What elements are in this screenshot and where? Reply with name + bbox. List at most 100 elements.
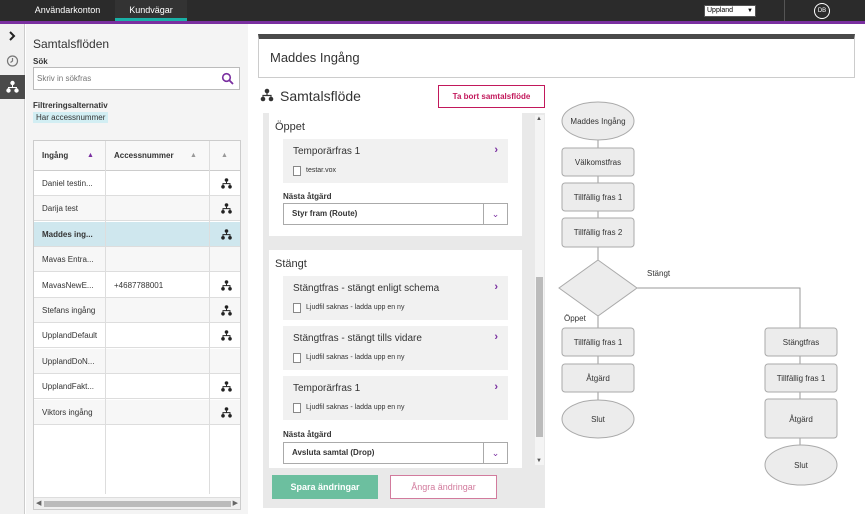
access-number (114, 171, 206, 196)
scroll-right-icon[interactable]: ▶ (233, 499, 238, 507)
phrase-title: Temporärfras 1 (293, 383, 361, 394)
closed-end-node-label: Slut (794, 461, 809, 470)
column-header-access-number[interactable]: Accessnummer ▲ (106, 141, 210, 171)
column-header-entry[interactable]: Ingång ▲ (34, 141, 106, 171)
chevron-right-icon[interactable]: › (494, 331, 498, 343)
next-action-select[interactable]: Avsluta samtal (Drop) ⌄ (283, 442, 508, 464)
chevron-down-icon[interactable]: ⌄ (483, 443, 507, 463)
page-title: Maddes Ingång (270, 50, 360, 65)
access-number (114, 400, 206, 425)
entry-table: Ingång ▲ Accessnummer ▲ ▲ Daniel testin...… (33, 140, 241, 510)
phrase-item[interactable]: Stängtfras - stängt tills vidare › Ljudf… (283, 326, 508, 370)
open-end-node-label: Slut (591, 415, 606, 424)
sidebar-title: Samtalsflöden (33, 37, 110, 51)
branch-closed-label: Stängt (647, 269, 671, 278)
access-number (114, 323, 206, 348)
entry-name: MavasNewE... (42, 280, 94, 290)
search-icon[interactable] (221, 72, 235, 86)
sort-up-icon[interactable]: ▲ (87, 141, 94, 171)
avatar[interactable]: DB (814, 3, 830, 19)
file-icon (293, 403, 301, 413)
sort-up-icon[interactable]: ▲ (221, 141, 228, 171)
save-button[interactable]: Spara ändringar (272, 475, 378, 499)
filter-label: Filtreringsalternativ (33, 101, 108, 110)
next-action-value: Styr fram (Route) (292, 209, 358, 218)
access-number (114, 247, 206, 272)
top-nav-bar: Användarkonton Kundvägar Uppland ▼ DB (0, 0, 865, 21)
phrase-title: Temporärfras 1 (293, 146, 361, 157)
tab-customer-paths[interactable]: Kundvägar (115, 0, 187, 21)
branch-open-label: Öppet (564, 314, 587, 323)
access-number (114, 222, 206, 247)
next-action-value: Avsluta samtal (Drop) (292, 448, 375, 457)
open-temp-node-label: Tillfällig fras 1 (574, 338, 623, 347)
sort-up-icon[interactable]: ▲ (190, 141, 197, 171)
closed-section: Stängt Stängtfras - stängt enligt schema… (269, 250, 522, 468)
chevron-right-icon[interactable] (0, 24, 25, 48)
phrase-item[interactable]: Temporärfras 1 › Ljudfil saknas - ladda … (283, 376, 508, 420)
entry-name: UpplandDoN... (42, 356, 95, 366)
main-header: Maddes Ingång (258, 34, 855, 78)
flow-icon[interactable] (0, 75, 25, 99)
missing-file-text: Ljudfil saknas - ladda upp en ny (306, 404, 405, 411)
section-title: Stängt (275, 258, 307, 270)
scroll-thumb[interactable] (536, 277, 543, 437)
next-action-select[interactable]: Styr fram (Route) ⌄ (283, 203, 508, 225)
flow-icon[interactable] (221, 279, 232, 291)
scroll-up-icon[interactable]: ▲ (536, 116, 542, 122)
phrase-item[interactable]: Temporärfras 1 › testar.vox (283, 139, 508, 183)
search-box (33, 67, 240, 90)
chevron-right-icon[interactable]: › (494, 281, 498, 293)
clock-icon[interactable] (0, 49, 25, 73)
missing-file-text: Ljudfil saknas - ladda upp en ny (306, 354, 405, 361)
phrase-title: Stängtfras - stängt tills vidare (293, 333, 422, 344)
entry-name: Daniel testin... (42, 179, 93, 188)
phrase-item[interactable]: Stängtfras - stängt enligt schema › Ljud… (283, 276, 508, 320)
decision-node[interactable] (558, 259, 638, 317)
flow-icon[interactable] (221, 228, 232, 240)
region-select-value: Uppland (707, 7, 734, 14)
column-divider (105, 141, 106, 494)
open-action-node-label: Åtgärd (586, 374, 610, 383)
scroll-down-icon[interactable]: ▼ (536, 458, 542, 464)
search-input[interactable] (34, 68, 214, 89)
missing-file-text: Ljudfil saknas - ladda upp en ny (306, 304, 405, 311)
closed-action-node-label: Åtgärd (789, 415, 813, 424)
entry-name: Viktors ingång (42, 407, 93, 417)
column-header-flow[interactable]: ▲ (210, 141, 240, 171)
flow-icon[interactable] (221, 178, 232, 189)
chevron-down-icon[interactable]: ⌄ (483, 204, 507, 224)
filter-chip[interactable]: Har accessnummer (33, 112, 109, 123)
chevron-right-icon[interactable]: › (494, 381, 498, 393)
flow-editor: Öppet Temporärfras 1 › testar.vox Nästa … (263, 113, 545, 468)
flow-icon[interactable] (221, 330, 232, 341)
scroll-thumb[interactable] (44, 501, 231, 507)
access-number (114, 349, 206, 374)
flow-icon[interactable] (221, 381, 232, 392)
chevron-right-icon[interactable]: › (494, 144, 498, 156)
flow-title: Samtalsflöde (280, 88, 361, 104)
tab-user-accounts[interactable]: Användarkonton (20, 0, 115, 21)
flow-icon[interactable] (221, 406, 232, 418)
access-number (114, 374, 206, 399)
open-section: Öppet Temporärfras 1 › testar.vox Nästa … (269, 113, 522, 236)
entry-name: Maddes ing... (42, 229, 93, 239)
vertical-scrollbar[interactable]: ▲ ▼ (535, 115, 544, 465)
next-action-label: Nästa åtgärd (283, 430, 332, 439)
region-select[interactable]: Uppland ▼ (704, 5, 756, 17)
left-rail (0, 24, 25, 514)
closed-temp-node-label: Tillfällig fras 1 (777, 374, 826, 383)
next-action-label: Nästa åtgärd (283, 192, 332, 201)
delete-flow-button[interactable]: Ta bort samtalsflöde (438, 85, 545, 108)
flow-icon[interactable] (221, 203, 232, 214)
flow-icon[interactable] (221, 305, 232, 316)
horizontal-scrollbar[interactable]: ◀ ▶ (34, 497, 240, 509)
file-icon (293, 166, 301, 176)
column-header-label: Ingång (42, 151, 69, 160)
undo-button[interactable]: Ångra ändringar (390, 475, 497, 499)
temp1-node-label: Tillfällig fras 1 (574, 193, 623, 202)
sidebar: Samtalsflöden Sök Filtreringsalternativ … (26, 24, 248, 514)
section-title: Öppet (275, 121, 305, 133)
entry-name: Darija test (42, 204, 79, 214)
scroll-left-icon[interactable]: ◀ (36, 499, 41, 507)
